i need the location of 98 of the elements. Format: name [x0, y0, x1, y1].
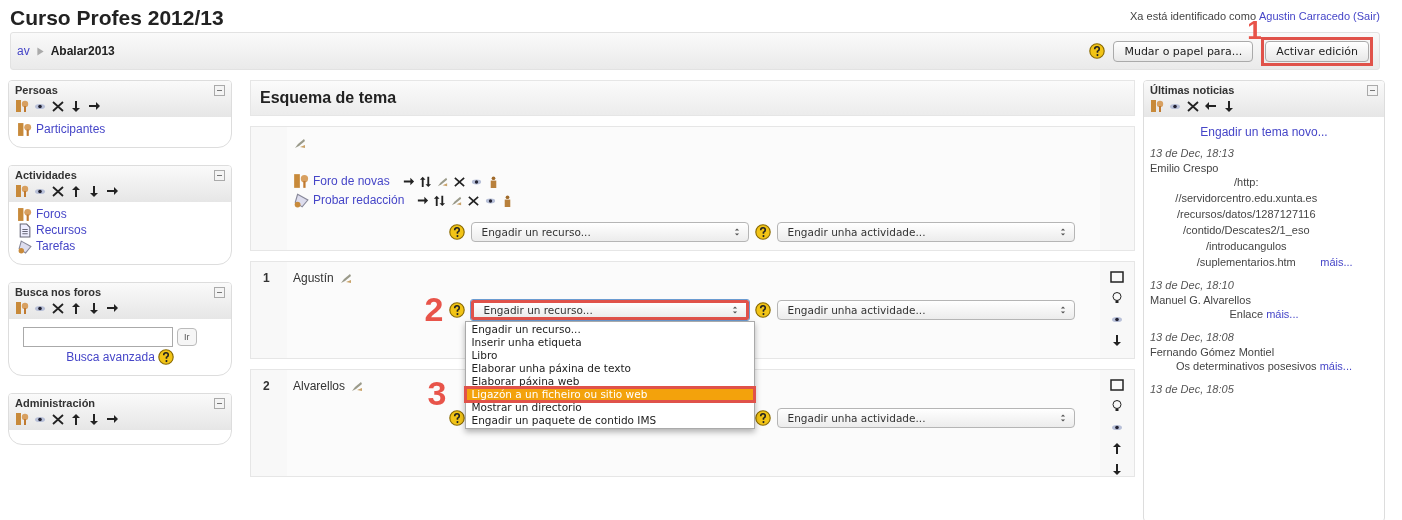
- block-title: Actividades: [15, 169, 77, 181]
- menu-option[interactable]: Inserir unha etiqueta: [465, 336, 754, 349]
- section-name: Agustín: [293, 271, 334, 285]
- block-title: Administración: [15, 397, 96, 409]
- activity-link[interactable]: Probar redacción: [313, 193, 405, 207]
- add-topic-link[interactable]: Engadir un tema novo...: [1150, 125, 1378, 139]
- menu-option[interactable]: Mostrar un directorio: [465, 401, 754, 414]
- news-text: Os determinativos posesivos: [1175, 359, 1317, 374]
- pencil-icon: [350, 379, 365, 393]
- outline-title: Esquema de tema: [260, 89, 397, 107]
- people-icon: [15, 301, 29, 315]
- help-icon: [754, 224, 771, 240]
- close-icon: [51, 412, 65, 426]
- up-down-arrows-icon: [433, 193, 447, 207]
- help-icon: [448, 224, 465, 240]
- close-icon: [1186, 99, 1200, 113]
- annotation-number: 3: [427, 376, 447, 410]
- go-button[interactable]: Ir: [177, 328, 197, 346]
- lightbulb-icon: [1110, 291, 1124, 305]
- triangle-icon: [34, 45, 46, 57]
- help-icon: [448, 302, 465, 318]
- news-author: Manuel G. Alvarellos: [1150, 294, 1252, 306]
- news-text: Enlace: [1229, 307, 1264, 322]
- help-icon: [448, 410, 465, 426]
- right-arrow-icon: [105, 301, 119, 315]
- right-arrow-icon: [105, 184, 119, 198]
- help-icon: [754, 302, 771, 318]
- news-date: 13 de Dec, 18:08: [1150, 331, 1235, 343]
- resource-dropdown[interactable]: Engadir un recurso...: [470, 300, 749, 320]
- help-icon: [157, 349, 174, 365]
- more-link[interactable]: máis...: [1320, 256, 1353, 268]
- activity-dropdown[interactable]: Engadir unha actividade...: [776, 408, 1075, 428]
- close-icon: [51, 301, 65, 315]
- right-arrow-icon: [105, 412, 119, 426]
- logout-link[interactable]: (Sair): [1353, 10, 1380, 22]
- block-link[interactable]: Recursos: [36, 222, 87, 238]
- activity-link[interactable]: Foro de novas: [313, 174, 390, 188]
- document-icon: [17, 222, 32, 238]
- breadcrumb-link[interactable]: av: [17, 44, 30, 58]
- section-number: 1: [263, 271, 270, 285]
- collapse-icon[interactable]: [1367, 84, 1378, 96]
- block-link[interactable]: Participantes: [36, 121, 106, 137]
- block-title: Últimas noticias: [1150, 84, 1235, 96]
- news-author: Emilio Crespo: [1150, 162, 1220, 174]
- people-icon: [293, 173, 309, 189]
- section-number: 2: [263, 379, 270, 393]
- right-arrow-icon: [87, 99, 101, 113]
- menu-option[interactable]: Engadir un recurso...: [465, 323, 754, 336]
- annotation-number: 2: [424, 292, 444, 326]
- news-date: 13 de Dec, 18:13: [1150, 147, 1235, 159]
- activity-dropdown[interactable]: Engadir unha actividade...: [776, 222, 1075, 242]
- more-link[interactable]: máis...: [1319, 360, 1353, 372]
- menu-option[interactable]: Engadir un paquete de contido IMS: [465, 414, 754, 427]
- collapse-icon[interactable]: [214, 397, 225, 409]
- collapse-icon[interactable]: [214, 286, 225, 298]
- people-icon: [17, 121, 32, 137]
- help-icon: [1089, 43, 1106, 59]
- help-icon: [754, 410, 771, 426]
- menu-option[interactable]: Elaborar unha páxina de texto: [465, 362, 754, 375]
- people-icon: [15, 184, 29, 198]
- menu-option[interactable]: Libro: [465, 349, 754, 362]
- section-name: Alvarellos: [293, 379, 346, 393]
- news-date: 13 de Dec, 18:05: [1150, 383, 1235, 395]
- block-title: Busca nos foros: [15, 286, 102, 298]
- close-icon: [51, 184, 65, 198]
- more-link[interactable]: máis...: [1266, 308, 1299, 320]
- edit-mode-button[interactable]: Activar edición: [1265, 40, 1369, 62]
- pencil-icon: [293, 136, 307, 150]
- collapse-icon[interactable]: [214, 169, 225, 181]
- people-icon: [15, 412, 29, 426]
- people-icon: [17, 206, 32, 222]
- lightbulb-icon: [1110, 399, 1124, 413]
- up-down-arrows-icon: [418, 174, 432, 188]
- advanced-search-link[interactable]: Busca avanzada: [66, 350, 155, 364]
- people-icon: [15, 99, 29, 113]
- close-icon: [452, 174, 466, 188]
- people-icon: [1150, 99, 1164, 113]
- square-icon: [1110, 270, 1124, 284]
- breadcrumb-current: Abalar2013: [50, 44, 115, 58]
- block-title: Persoas: [15, 84, 58, 96]
- resource-dropdown[interactable]: Engadir un recurso...: [470, 222, 749, 242]
- user-link[interactable]: Agustin Carracedo: [1259, 10, 1351, 22]
- course-title: Curso Profes 2012/13: [10, 6, 224, 30]
- news-text: /http: //servidorcentro.edu.xunta.es /recursos/datos/1287127116 /contido/Descates2/1_eso /introducangulos /suplementarios.htm: [1175, 175, 1318, 270]
- square-icon: [1110, 378, 1124, 392]
- switch-role-button[interactable]: Mudar o papel para...: [1113, 40, 1254, 62]
- news-author: Fernando Gómez Montiel: [1150, 346, 1276, 358]
- login-status: Xa está identificado como: [1130, 10, 1256, 22]
- news-date: 13 de Dec, 18:10: [1150, 279, 1235, 291]
- block-link[interactable]: Foros: [36, 206, 67, 222]
- activity-dropdown[interactable]: Engadir unha actividade...: [776, 300, 1075, 320]
- collapse-icon[interactable]: [214, 84, 225, 96]
- search-field[interactable]: [23, 327, 173, 347]
- pencil-icon: [338, 271, 353, 285]
- block-link[interactable]: Tarefas: [36, 238, 76, 254]
- close-icon: [467, 193, 481, 207]
- menu-option[interactable]: Elaborar páxina web: [465, 375, 754, 388]
- close-icon: [51, 99, 65, 113]
